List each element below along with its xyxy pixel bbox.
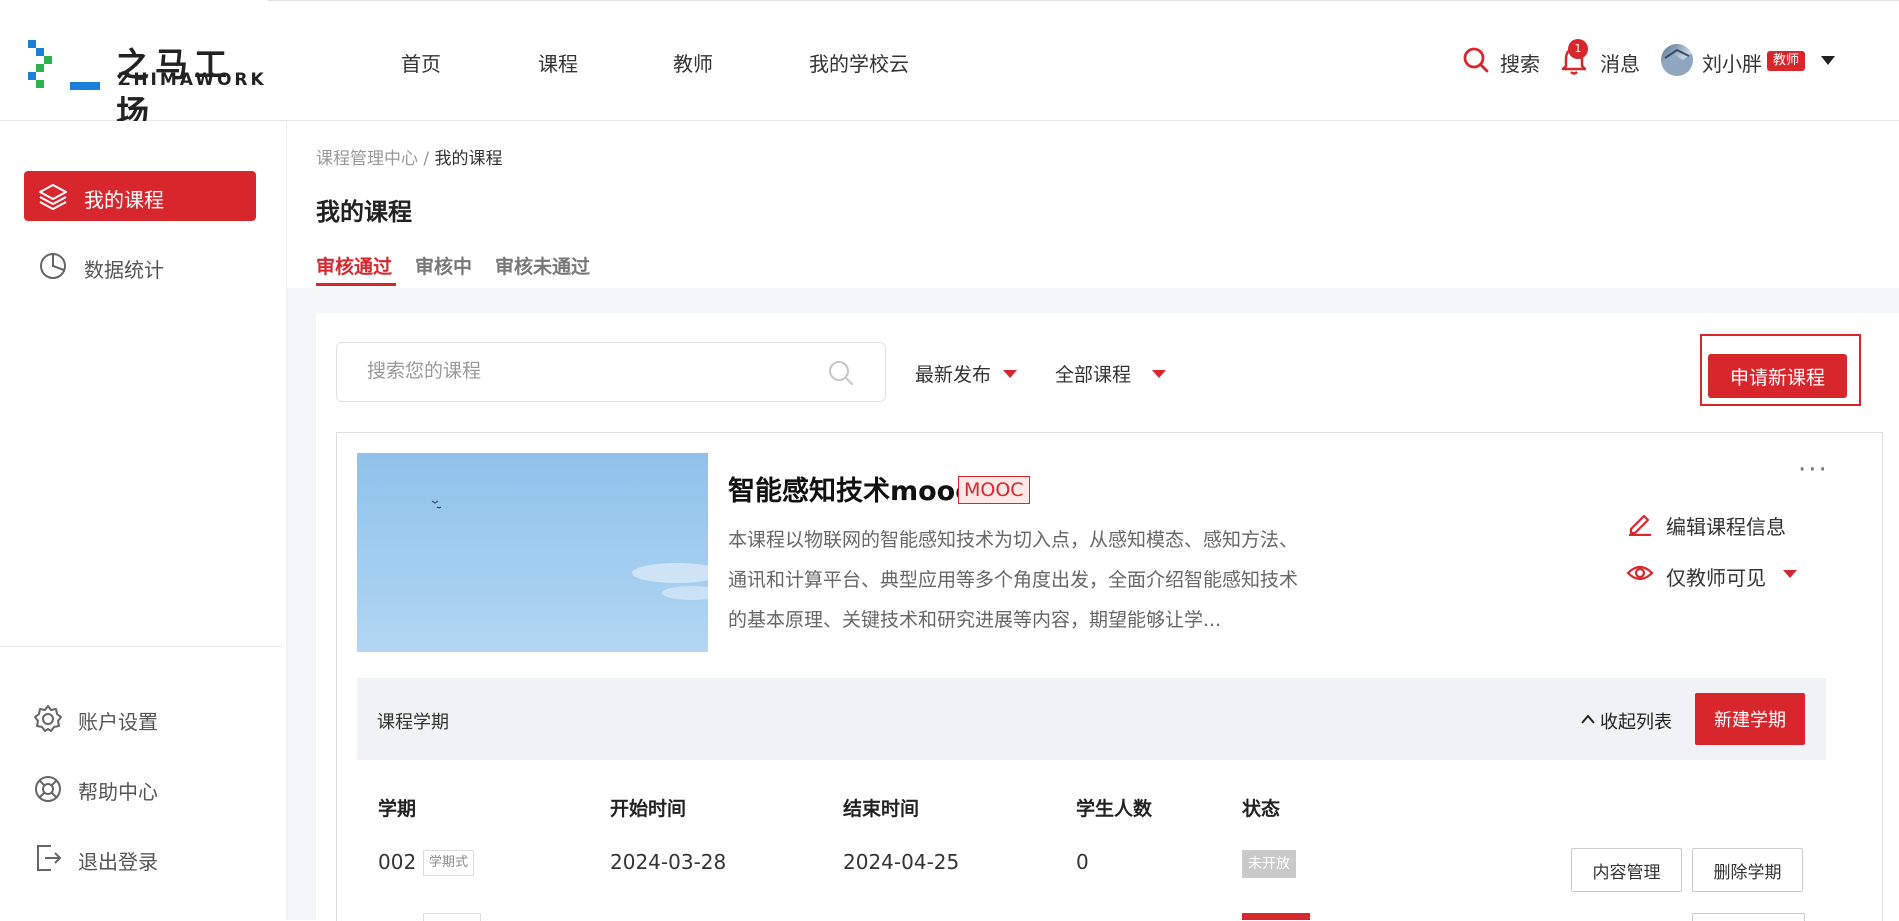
term-type-tag: 学期式 [423, 850, 475, 876]
visibility-caret-icon[interactable] [1783, 570, 1797, 578]
edit-icon[interactable] [1627, 510, 1653, 536]
column-header-student-count: 学生人数 [1076, 798, 1153, 820]
caret-down-icon[interactable] [1820, 55, 1836, 67]
new-semester-button[interactable]: 新建学期 [1695, 693, 1805, 745]
visibility-dropdown[interactable]: 仅教师可见 [1666, 562, 1766, 591]
course-title[interactable]: 智能感知技术mooc [728, 469, 971, 508]
messages-link[interactable]: 消息 [1600, 48, 1640, 77]
status-badge: 未开放 [1242, 850, 1296, 878]
breadcrumb-parent-link[interactable]: 课程管理中心 [316, 149, 418, 169]
filter-caret-icon[interactable] [1152, 370, 1166, 378]
nav-home[interactable]: 首页 [401, 48, 441, 77]
layers-icon [39, 184, 67, 210]
nav-teachers[interactable]: 教师 [673, 48, 713, 77]
edit-course-info-link[interactable]: 编辑课程信息 [1666, 511, 1786, 540]
row-term: 002 [378, 850, 417, 874]
chevron-up-icon[interactable] [1581, 713, 1595, 725]
pie-chart-icon [40, 253, 66, 279]
search-link[interactable]: 搜索 [1500, 48, 1540, 77]
search-icon[interactable] [827, 359, 855, 387]
sidebar-item-logout[interactable]: 退出登录 [78, 846, 158, 875]
course-search-box [336, 342, 886, 402]
sidebar-item-my-courses[interactable]: 我的课程 [24, 171, 256, 221]
message-count-badge: 1 [1568, 39, 1588, 59]
more-options-button[interactable]: ··· [1798, 455, 1829, 485]
tab-approved[interactable]: 审核通过 [316, 252, 392, 279]
gear-icon [34, 705, 62, 732]
logo-mark-icon [28, 40, 100, 90]
sort-dropdown[interactable]: 最新发布 [915, 360, 991, 387]
active-tab-indicator [316, 283, 396, 286]
sort-caret-icon[interactable] [1003, 370, 1017, 378]
course-search-input[interactable] [337, 343, 837, 399]
header-divider [268, 0, 1899, 1]
nav-my-school-cloud[interactable]: 我的学校云 [809, 48, 909, 77]
nav-courses[interactable]: 课程 [538, 48, 578, 77]
logo-text-en: ZHIMAWORK [118, 70, 267, 90]
course-type-tag: MOOC [958, 476, 1030, 504]
tab-under-review[interactable]: 审核中 [415, 252, 472, 279]
breadcrumb-current: 我的课程 [434, 149, 503, 169]
sidebar-item-label: 我的课程 [84, 188, 164, 212]
breadcrumb-separator: / [418, 149, 435, 169]
logout-icon [37, 845, 62, 871]
lifebuoy-icon [35, 776, 61, 802]
avatar[interactable] [1661, 44, 1693, 76]
tab-rejected[interactable]: 审核未通过 [495, 252, 590, 279]
content-management-button[interactable]: 内容管理 [1571, 848, 1682, 892]
next-row-status-partial [1242, 913, 1310, 920]
sidebar-item-account-settings[interactable]: 账户设置 [78, 706, 158, 735]
row-end-date: 2024-04-25 [843, 850, 960, 874]
column-header-term: 学期 [378, 798, 417, 820]
breadcrumb: 课程管理中心 / 我的课程 [316, 144, 503, 169]
sidebar-item-help-center[interactable]: 帮助中心 [78, 776, 158, 805]
avatar-image-icon [1661, 48, 1693, 76]
page-title: 我的课程 [316, 198, 412, 226]
row-student-count: 0 [1076, 850, 1089, 874]
course-filter-dropdown[interactable]: 全部课程 [1055, 360, 1131, 387]
delete-semester-button[interactable]: 删除学期 [1692, 848, 1803, 892]
semester-section-label: 课程学期 [377, 712, 449, 733]
row-start-date: 2024-03-28 [610, 850, 727, 874]
column-header-start-time: 开始时间 [610, 798, 687, 820]
top-header: 之马工场 ZHIMAWORK 首页 课程 教师 我的学校云 搜索 1 消息 刘小… [0, 0, 1899, 132]
user-name[interactable]: 刘小胖 [1702, 48, 1762, 77]
user-role-badge: 教师 [1767, 51, 1806, 71]
sidebar-divider [0, 646, 282, 647]
brand-logo[interactable]: 之马工场 ZHIMAWORK [28, 38, 264, 132]
sky-image-icon [431, 500, 708, 600]
course-thumbnail[interactable] [357, 453, 708, 652]
column-header-status: 状态 [1242, 798, 1281, 820]
apply-new-course-button[interactable]: 申请新课程 [1708, 354, 1847, 398]
semester-header-bar: 课程学期 收起列表 新建学期 [357, 678, 1826, 760]
eye-icon[interactable] [1626, 561, 1654, 585]
column-header-end-time: 结束时间 [843, 798, 920, 820]
search-icon[interactable] [1462, 46, 1490, 74]
collapse-list-link[interactable]: 收起列表 [1600, 708, 1672, 734]
sidebar-item-statistics[interactable]: 数据统计 [84, 254, 164, 283]
course-description: 本课程以物联网的智能感知技术为切入点，从感知模态、感知方法、通讯和计算平台、典型… [728, 529, 1299, 631]
